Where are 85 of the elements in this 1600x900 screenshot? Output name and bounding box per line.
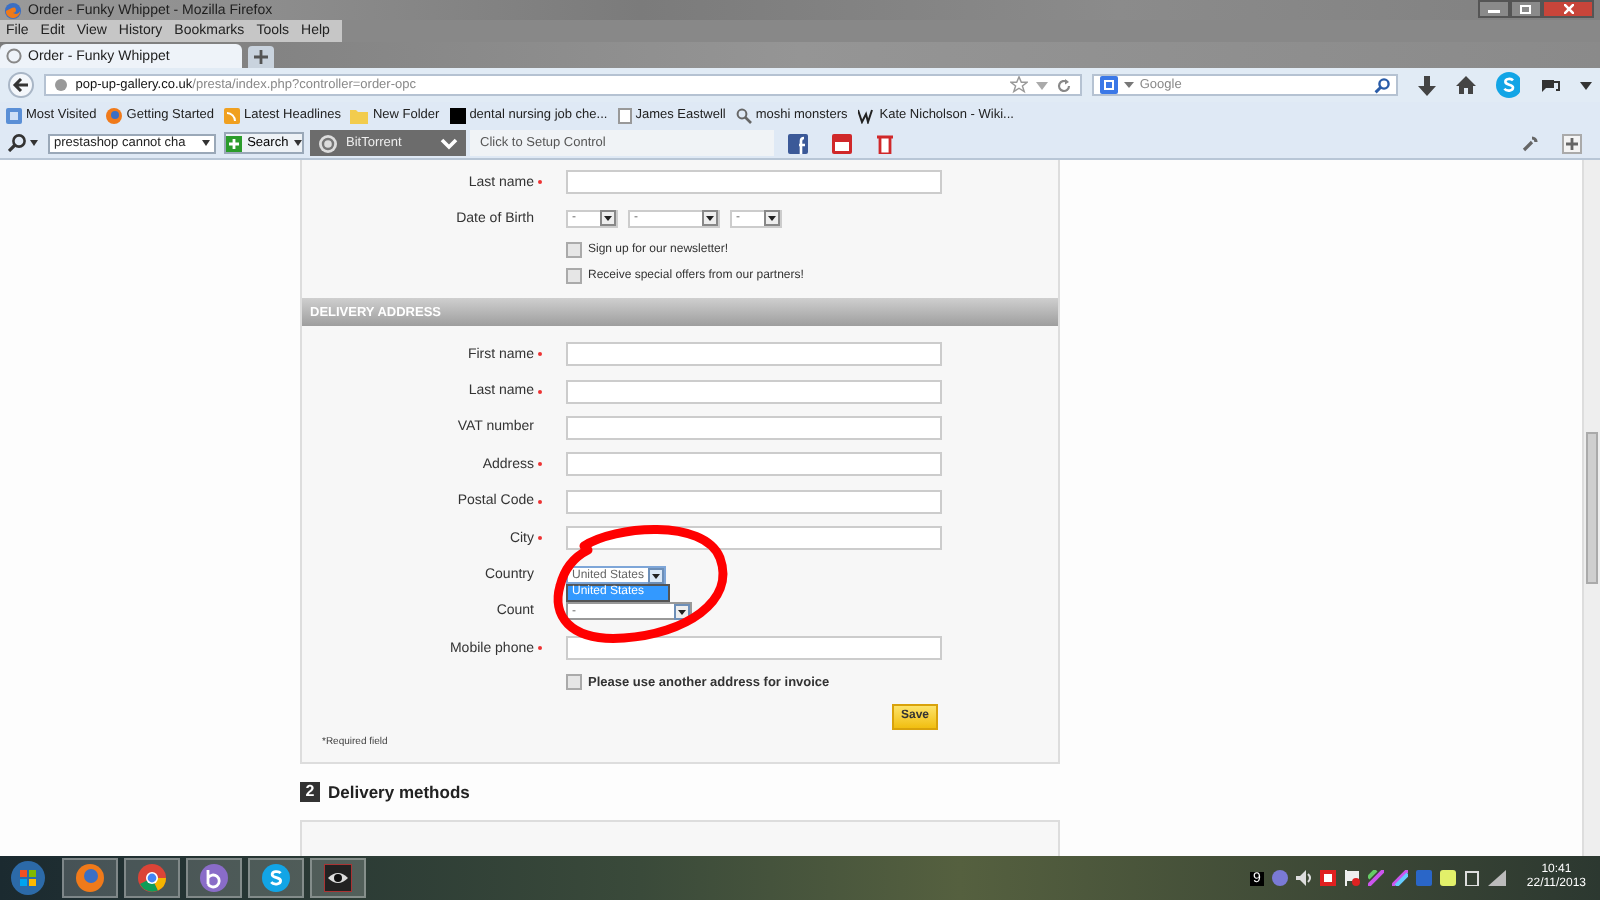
dropdown-icon — [294, 140, 302, 146]
skype-icon — [262, 864, 290, 892]
maximize-button[interactable] — [1510, 0, 1542, 18]
flag-icon[interactable] — [1344, 870, 1361, 886]
scrollbar-thumb[interactable] — [1586, 432, 1598, 584]
taskbar-button[interactable] — [248, 858, 304, 898]
dropdown-arrow-icon — [702, 210, 718, 226]
feed-icon — [224, 107, 241, 123]
tray-app-icon[interactable] — [1392, 870, 1409, 886]
taskbar-button[interactable] — [310, 858, 366, 898]
new-tab-button[interactable] — [248, 46, 274, 68]
text-field[interactable] — [566, 452, 942, 477]
dropdown-arrow-icon — [764, 210, 780, 226]
firefox-icon — [76, 864, 104, 892]
trash-icon[interactable] — [876, 133, 894, 153]
taskbar-button[interactable] — [186, 858, 242, 898]
scrollbar[interactable] — [1582, 160, 1600, 856]
square-icon — [449, 107, 466, 123]
dropdown-icon[interactable] — [202, 140, 210, 146]
star-icon[interactable] — [1009, 76, 1028, 94]
dropdown-arrow-icon — [600, 210, 616, 226]
checkbox[interactable] — [566, 241, 582, 257]
calendar-icon[interactable] — [832, 133, 852, 153]
minimize-button[interactable] — [1478, 0, 1510, 18]
search-icon[interactable] — [8, 134, 26, 152]
skype-icon[interactable] — [1495, 72, 1521, 98]
chevron-icon — [440, 137, 458, 149]
wikipedia-icon — [857, 107, 876, 123]
required-mark — [538, 389, 542, 394]
text-field[interactable] — [566, 170, 942, 194]
step-number: 2 — [300, 781, 320, 802]
wrench-icon[interactable] — [1522, 135, 1538, 151]
minimize-icon — [1488, 5, 1500, 13]
dropdown-icon[interactable] — [1580, 81, 1592, 89]
tray-app-icon[interactable] — [1320, 870, 1337, 886]
text-field[interactable] — [566, 415, 942, 440]
required-mark — [538, 180, 542, 184]
required-mark — [538, 352, 542, 357]
folder-icon — [350, 107, 369, 123]
search-icon — [735, 107, 752, 123]
text-field[interactable] — [566, 379, 942, 404]
restore-icon — [1520, 4, 1532, 14]
dropdown-arrow-icon — [674, 603, 690, 620]
add-icon[interactable] — [1562, 133, 1582, 153]
page-icon — [6, 48, 22, 64]
close-icon — [1563, 4, 1573, 14]
tray-app-icon[interactable] — [1368, 870, 1385, 886]
text-field[interactable] — [566, 342, 942, 367]
text-field[interactable] — [566, 489, 942, 514]
speaker-icon[interactable] — [1296, 870, 1313, 886]
plus-icon — [226, 135, 242, 151]
chrome-icon — [138, 864, 166, 892]
step-title: Delivery methods — [328, 781, 470, 802]
globe-icon — [53, 78, 68, 92]
eye-icon — [324, 864, 352, 892]
search-icon[interactable] — [1374, 77, 1391, 93]
facebook-icon[interactable] — [788, 133, 808, 153]
required-mark — [538, 646, 542, 651]
home-icon[interactable] — [1455, 76, 1476, 94]
plus-icon — [254, 50, 268, 64]
start-button[interactable] — [10, 860, 46, 896]
required-mark — [538, 536, 542, 541]
text-field[interactable] — [566, 636, 942, 661]
chat-icon[interactable] — [1540, 77, 1561, 93]
google-icon — [1099, 76, 1118, 94]
required-mark — [538, 462, 542, 467]
page-icon — [617, 107, 632, 123]
checkbox[interactable] — [566, 267, 582, 283]
bookmarks-folder-icon — [6, 107, 22, 123]
firefox-icon — [4, 1, 22, 19]
reload-icon[interactable] — [1055, 77, 1072, 93]
globe-icon[interactable] — [1272, 870, 1289, 886]
download-icon[interactable] — [1418, 75, 1436, 95]
signal-icon[interactable] — [1488, 870, 1507, 886]
bittorrent-icon — [318, 133, 338, 153]
firefox-icon — [106, 107, 123, 123]
back-arrow-icon — [12, 78, 29, 92]
taskbar-button[interactable] — [124, 858, 180, 898]
bittorrent-icon — [200, 864, 228, 892]
close-button[interactable] — [1542, 0, 1594, 18]
dropdown-icon[interactable] — [30, 140, 38, 146]
checkbox[interactable] — [566, 674, 582, 691]
dropdown-arrow-icon — [648, 567, 664, 584]
back-button[interactable] — [8, 72, 34, 98]
required-mark — [538, 499, 542, 504]
